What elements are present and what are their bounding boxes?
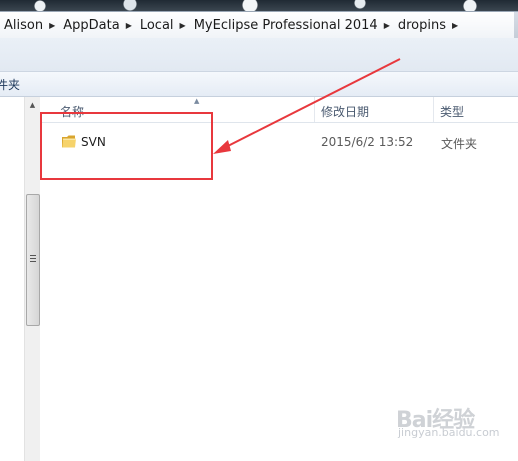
baidu-jingyan-watermark: Bai经验 jingyan.baidu.com (396, 402, 511, 442)
watermark-url: jingyan.baidu.com (398, 426, 500, 439)
annotation-arrow-icon (213, 58, 401, 154)
